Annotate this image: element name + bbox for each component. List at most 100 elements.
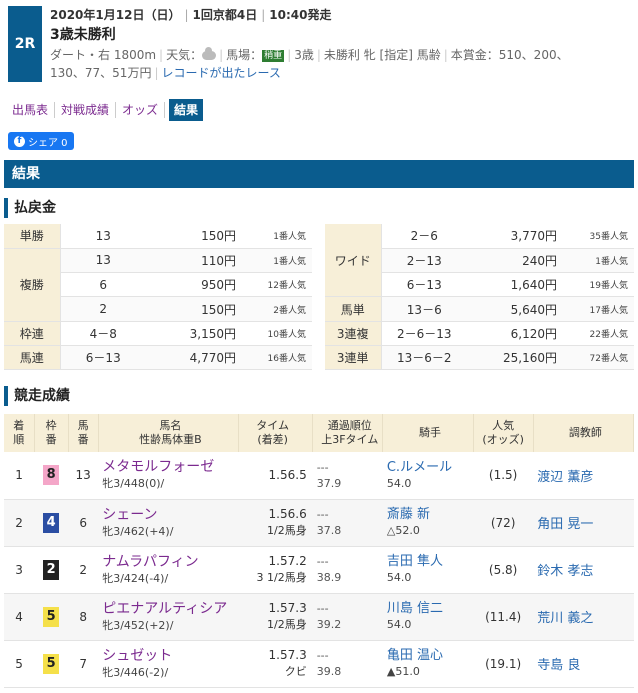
horse-cell: メタモルフォーゼ 牝3/448(0)/ (98, 452, 239, 500)
jockey-cell: 川島 信二 54.0 (382, 593, 474, 641)
passing-order: --- (316, 602, 329, 615)
tab-odds[interactable]: オッズ (116, 102, 166, 118)
jockey-link[interactable]: 斎藤 新 (387, 506, 473, 523)
payout-row: ワイド 2－6 3,770円 35番人気 (325, 224, 634, 298)
trainer-cell: 荒川 義之 (533, 593, 634, 641)
payout-popularity: 17番人気 (563, 296, 634, 322)
col-time: タイム (着差) (238, 414, 314, 452)
payout-kind: 3連複 (325, 321, 382, 346)
payout-table-left: 単勝 13 150円 1番人気 複勝 13 110円 1番人気 6 950円 12番人気 2 150円 2… (4, 224, 312, 371)
payout-amount: 150円 (146, 296, 242, 322)
jockey-cell: C.ルメール 54.0 (382, 452, 474, 500)
horse-number: 13 (68, 452, 99, 500)
payout-heading: 払戻金 (4, 198, 56, 218)
facebook-share-button[interactable]: f シェア 0 (8, 132, 74, 150)
trainer-cell: 角田 晃一 (533, 499, 634, 547)
race-tabs: 出馬表 対戦成績 オッズ 結果 (8, 98, 204, 122)
payout-amount: 240円 (467, 248, 563, 274)
jockey-weight: △52.0 (386, 524, 420, 537)
finish-rank: 3 (4, 546, 35, 594)
payout-popularity: 72番人気 (563, 345, 634, 371)
col-horse: 馬名 性齢馬体重B (98, 414, 240, 452)
jockey-link[interactable]: 吉田 隼人 (387, 553, 473, 570)
finish-time: 1.57.2 (268, 554, 307, 568)
results-header-row: 着 順 枠 番 馬 番 馬名 性齢馬体重B タイム (着差) 通過順位 上3Fタ… (4, 414, 635, 452)
payout-amount: 3,150円 (146, 321, 242, 346)
time-cell: 1.57.2 3 1/2馬身 (238, 546, 313, 594)
payout-numbers: 4－8 (60, 321, 146, 346)
payout-kind: 枠連 (4, 321, 61, 346)
trainer-cell: 鈴木 孝志 (533, 546, 634, 594)
waku-badge: 5 (43, 653, 60, 674)
col-popularity: 人気 (オッズ) (473, 414, 534, 452)
waku-cell: 2 (34, 546, 69, 594)
tab-head-to-head[interactable]: 対戦成績 (55, 102, 117, 118)
result-row: 5 5 7 シュゼット 牝3/446(-2)/ 1.57.3 クビ --- 39.8 亀田 温心 ▲… (4, 640, 634, 688)
race-meeting: 1回京都4日 (192, 8, 258, 22)
payout-amount: 110円 (146, 248, 242, 274)
payout-popularity: 1番人気 (242, 224, 312, 249)
odds: (5.8) (473, 546, 534, 594)
passing-cell: --- 39.2 (312, 593, 383, 641)
col-passing: 通過順位 上3Fタイム (312, 414, 384, 452)
race-header: 2R 2020年1月12日（日） | 1回京都4日 | 10:40発走 3歳未勝利 ダー… (8, 6, 630, 90)
col-trainer: 調教師 (533, 414, 635, 452)
jockey-link[interactable]: C.ルメール (387, 459, 473, 476)
record-race-link[interactable]: レコードが出たレース (162, 66, 281, 80)
share-label: シェア 0 (28, 137, 68, 149)
trainer-link[interactable]: 角田 晃一 (537, 517, 593, 532)
payout-row: 複勝 13 110円 1番人気 (4, 248, 312, 322)
result-row: 4 5 8 ピエナアルティシア 牝3/452(+2)/ 1.57.3 1/2馬身 --- 39.… (4, 593, 634, 641)
col-waku: 枠 番 (34, 414, 69, 452)
trainer-cell: 寺島 良 (533, 640, 634, 688)
finish-rank: 5 (4, 640, 35, 688)
horse-number: 8 (68, 593, 99, 641)
trainer-link[interactable]: 渡辺 薫彦 (537, 470, 593, 485)
payout-numbers: 2－6－13 (381, 321, 467, 346)
passing-order: --- (316, 460, 329, 474)
trainer-link[interactable]: 鈴木 孝志 (537, 564, 593, 579)
margin: 1/2馬身 (267, 524, 307, 537)
odds: (72) (473, 499, 534, 547)
result-row: 3 2 2 ナムラパフィン 牝3/424(-4)/1.57.2 3 1/2馬身 --- 38.… (4, 546, 634, 594)
payout-numbers: 2－13 (381, 248, 467, 274)
payout-numbers: 13－6－2 (381, 345, 467, 371)
horse-sex-age-weight: 牝3/424(-4)/ (102, 571, 169, 585)
payout-kind: 馬連 (4, 345, 61, 371)
results-heading: 競走成績 (4, 386, 70, 406)
jockey-link[interactable]: 亀田 温心 (387, 647, 473, 664)
margin: クビ (284, 665, 307, 678)
payout-amount: 25,160円 (467, 345, 563, 371)
jockey-link[interactable]: 川島 信二 (387, 600, 473, 617)
last-3f-time: 39.8 (316, 665, 342, 678)
payout-popularity: 1番人気 (242, 248, 312, 274)
passing-order: --- (316, 649, 329, 662)
horse-name-link[interactable]: ピエナアルティシア (102, 600, 238, 618)
payout-numbers: 6 (60, 272, 146, 298)
waku-badge: 2 (43, 559, 60, 580)
trainer-link[interactable]: 寺島 良 (537, 658, 580, 673)
payout-kind: 複勝 (4, 248, 61, 322)
race-name: 3歳未勝利 (50, 27, 116, 43)
time-cell: 1.56.6 1/2馬身 (238, 499, 313, 547)
waku-cell: 8 (34, 452, 69, 500)
waku-badge: 8 (43, 465, 60, 486)
results-table: 着 順 枠 番 馬 番 馬名 性齢馬体重B タイム (着差) 通過順位 上3Fタ… (4, 414, 635, 688)
trainer-link[interactable]: 荒川 義之 (537, 611, 593, 626)
payout-popularity: 2番人気 (242, 296, 312, 322)
tab-entries[interactable]: 出馬表 (8, 102, 56, 118)
horse-name-link[interactable]: ナムラパフィン (102, 553, 238, 571)
last-3f-time: 37.9 (316, 476, 342, 490)
horse-name-link[interactable]: メタモルフォーゼ (102, 458, 238, 476)
col-rank: 着 順 (4, 414, 35, 452)
jockey-cell: 亀田 温心 ▲51.0 (382, 640, 474, 688)
last-3f-time: 39.2 (316, 618, 342, 631)
finish-time: 1.57.3 (268, 601, 307, 615)
payout-numbers: 13－6 (381, 296, 467, 322)
time-cell: 1.57.3 クビ (238, 640, 313, 688)
finish-rank: 4 (4, 593, 35, 641)
horse-name-link[interactable]: シュゼット (102, 647, 238, 665)
time-cell: 1.56.5 (238, 452, 313, 500)
tab-results[interactable]: 結果 (169, 99, 204, 121)
horse-name-link[interactable]: シェーン (102, 506, 238, 524)
